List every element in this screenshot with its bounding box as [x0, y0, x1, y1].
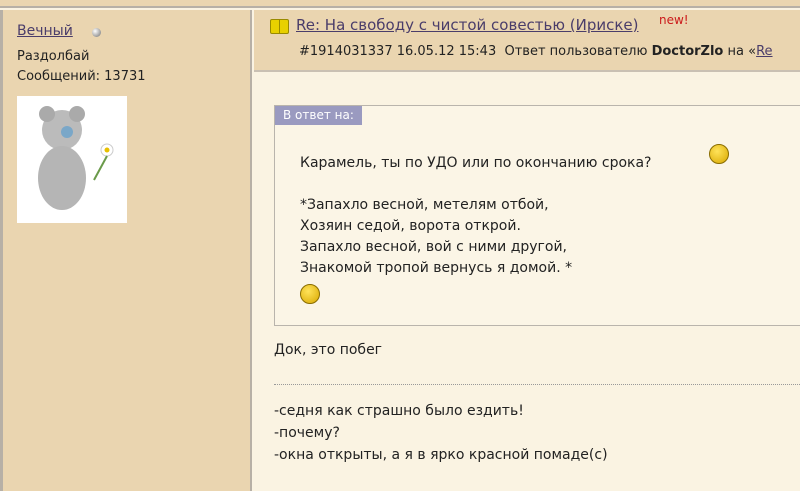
grin-smiley-icon [300, 284, 320, 304]
author-name-link[interactable]: Вечный [17, 23, 73, 39]
author-rank: Раздолбай [17, 49, 90, 64]
teddy-bear-icon [38, 105, 114, 210]
post-meta: #1914031337 16.05.12 15:43 Ответ пользов… [299, 44, 773, 59]
post-header: Re: На свободу с чистой совестью (Ириске… [254, 10, 800, 72]
reply-to-post-link[interactable]: Re [756, 44, 772, 59]
quote-label: В ответ на: [275, 106, 362, 125]
book-icon [270, 19, 289, 34]
reply-to-user: DoctorZlo [651, 44, 724, 59]
reply-to-prefix: Ответ пользователю [504, 44, 648, 59]
post-title-link[interactable]: Re: На свободу с чистой совестью (Ириске… [296, 16, 639, 34]
wink-smiley-icon [709, 144, 729, 164]
avatar [17, 96, 127, 223]
dialogue-text: -седня как страшно было ездить! -почему?… [274, 403, 608, 463]
dotted-divider [274, 384, 800, 385]
reply-to-on: на « [727, 44, 757, 59]
quote-text: Карамель, ты по УДО или по окончанию сро… [300, 155, 652, 276]
top-border [0, 0, 800, 8]
new-badge: new! [659, 13, 689, 27]
quote-block: В ответ на: Карамель, ты по УДО или по о… [274, 105, 800, 326]
author-sidebar: Вечный Раздолбай Сообщений: 13731 [0, 10, 252, 491]
author-post-count: Сообщений: 13731 [17, 69, 146, 84]
reply-text: Док, это побег [274, 342, 383, 358]
offline-status-icon [92, 28, 101, 37]
post-id-date: #1914031337 16.05.12 15:43 [299, 44, 497, 59]
